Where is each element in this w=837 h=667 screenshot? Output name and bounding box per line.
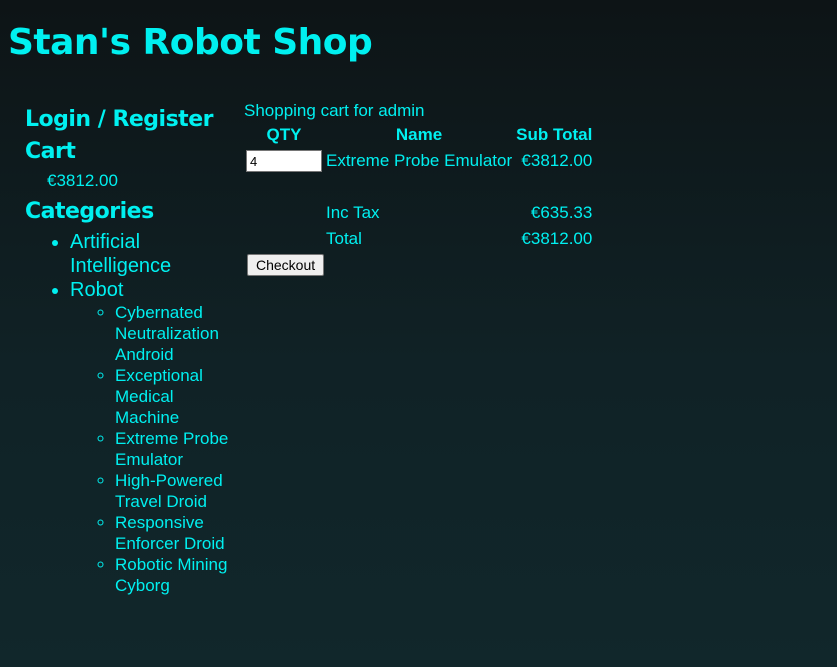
cart-item-row: Extreme Probe Emulator €3812.00 xyxy=(244,148,594,174)
cart-heading: Cart xyxy=(25,136,230,168)
qty-cell xyxy=(244,148,324,174)
category-item: Artificial Intelligence xyxy=(70,230,230,278)
product-link[interactable]: Responsive Enforcer Droid xyxy=(115,513,225,553)
product-item: Exceptional Medical Machine xyxy=(115,365,233,428)
subtotal-header: Sub Total xyxy=(516,125,593,144)
tax-value: €635.33 xyxy=(530,203,593,222)
cart-panel: Shopping cart for admin QTY Name Sub Tot… xyxy=(244,100,594,276)
login-register-heading: Login / Register xyxy=(25,104,230,136)
checkout-button[interactable]: Checkout xyxy=(247,254,325,276)
item-subtotal: €3812.00 xyxy=(521,151,593,170)
cart-link[interactable]: Cart xyxy=(25,139,76,164)
sidebar-cart-total: €3812.00 xyxy=(47,171,118,190)
product-item: Responsive Enforcer Droid xyxy=(115,512,233,554)
robot-product-list: Cybernated Neutralization Android Except… xyxy=(70,302,230,596)
category-list: Artificial Intelligence Robot Cybernated… xyxy=(25,230,230,596)
name-header: Name xyxy=(395,125,443,144)
product-item: Cybernated Neutralization Android xyxy=(115,302,233,365)
spacer-row xyxy=(244,174,594,200)
cart-header-row: QTY Name Sub Total xyxy=(244,122,594,148)
login-register-link[interactable]: Login / Register xyxy=(25,107,213,132)
tax-row: Inc Tax €635.33 xyxy=(244,200,594,226)
category-link-artificial-intelligence[interactable]: Artificial Intelligence xyxy=(70,231,171,277)
total-value: €3812.00 xyxy=(521,229,593,248)
product-item: Extreme Probe Emulator xyxy=(115,428,233,470)
total-label: Total xyxy=(326,229,362,248)
tax-label: Inc Tax xyxy=(326,203,380,222)
qty-header: QTY xyxy=(266,125,302,144)
quantity-input[interactable] xyxy=(246,150,322,172)
site-title: Stan's Robot Shop xyxy=(8,22,373,63)
categories-heading: Categories xyxy=(25,199,154,224)
sidebar: Login / Register Cart €3812.00 Categorie… xyxy=(25,104,230,596)
product-item: High-Powered Travel Droid xyxy=(115,470,233,512)
total-row: Total €3812.00 xyxy=(244,226,594,252)
cart-caption: Shopping cart for admin xyxy=(244,101,425,120)
category-item: Robot Cybernated Neutralization Android … xyxy=(70,278,230,596)
product-link[interactable]: High-Powered Travel Droid xyxy=(115,471,223,511)
product-link[interactable]: Robotic Mining Cyborg xyxy=(115,555,227,595)
product-item: Robotic Mining Cyborg xyxy=(115,554,233,596)
product-link[interactable]: Extreme Probe Emulator xyxy=(115,429,228,469)
cart-table: QTY Name Sub Total Extreme Probe Emulato… xyxy=(244,122,594,252)
product-link[interactable]: Cybernated Neutralization Android xyxy=(115,303,219,364)
item-name: Extreme Probe Emulator xyxy=(326,151,513,170)
category-link-robot[interactable]: Robot xyxy=(70,279,123,301)
product-link[interactable]: Exceptional Medical Machine xyxy=(115,366,203,427)
